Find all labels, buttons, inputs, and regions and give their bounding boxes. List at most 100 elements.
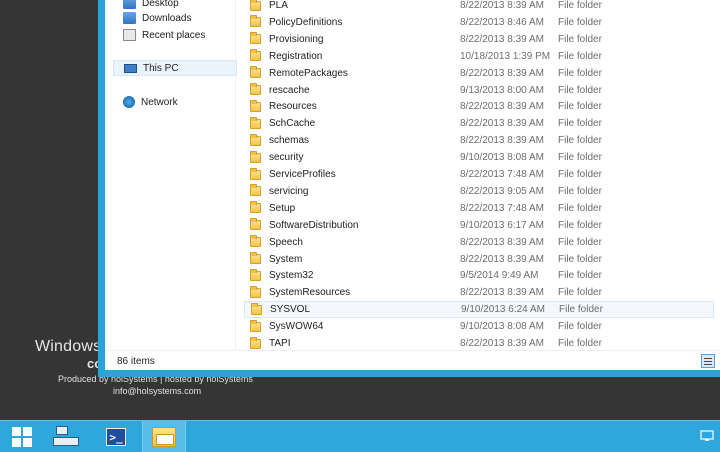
file-explorer-content: Desktop Downloads Recent places This PC … [105, 0, 720, 370]
file-explorer-icon [152, 427, 176, 447]
folder-icon [250, 319, 261, 332]
network-tray-icon[interactable] [700, 429, 714, 443]
folder-icon [250, 116, 261, 129]
file-type: File folder [558, 253, 602, 265]
file-type: File folder [558, 202, 602, 214]
file-row[interactable]: System 8/22/2013 8:39 AM File folder [244, 251, 714, 268]
network-icon [123, 96, 135, 108]
file-row[interactable]: SoftwareDistribution 9/10/2013 6:17 AM Fil… [244, 217, 714, 234]
file-row[interactable]: SystemResources 8/22/2013 8:39 AM File fol… [244, 284, 714, 301]
nav-item-this-pc[interactable]: This PC [113, 60, 237, 76]
file-row[interactable]: PLA 8/22/2013 8:39 AM File folder [244, 0, 714, 14]
file-type: File folder [558, 118, 602, 130]
file-row[interactable]: Speech 8/22/2013 8:39 AM File folder [244, 234, 714, 251]
nav-item-label: Network [141, 96, 178, 108]
file-date-modified: 9/10/2013 6:17 AM [460, 219, 544, 231]
folder-icon [250, 66, 261, 79]
file-name: Registration [269, 50, 323, 62]
file-type: File folder [559, 304, 603, 316]
file-row[interactable]: System32 9/5/2014 9:49 AM File folder [244, 267, 714, 284]
file-row[interactable]: RemotePackages 8/22/2013 8:39 AM File fold… [244, 65, 714, 82]
file-row[interactable]: SYSVOL 9/10/2013 6:24 AM File folder [244, 301, 714, 319]
file-date-modified: 8/22/2013 8:39 AM [460, 287, 544, 299]
navigation-pane: Desktop Downloads Recent places This PC … [105, 0, 237, 350]
wallpaper-title: Windows [35, 338, 102, 355]
file-date-modified: 8/22/2013 8:39 AM [460, 33, 544, 45]
file-type: File folder [558, 270, 602, 282]
folder-icon [250, 218, 261, 231]
file-row[interactable]: Resources 8/22/2013 8:39 AM File folder [244, 98, 714, 115]
file-row[interactable]: rescache 9/13/2013 8:00 AM File folder [244, 82, 714, 99]
folder-icon [250, 83, 261, 95]
file-name: PLA [269, 0, 288, 11]
file-name: Provisioning [269, 33, 324, 45]
file-row[interactable]: Registration 10/18/2013 1:39 PM File folde… [244, 48, 714, 65]
file-date-modified: 8/22/2013 9:05 AM [460, 185, 544, 197]
file-row[interactable]: SchCache 8/22/2013 8:39 AM File folder [244, 115, 714, 132]
file-type: File folder [558, 169, 602, 180]
file-row[interactable]: SysWOW64 9/10/2013 8:08 AM File folder [244, 318, 714, 335]
file-date-modified: 9/10/2013 8:08 AM [460, 152, 544, 164]
nav-item-network[interactable]: Network [123, 94, 178, 110]
file-name: schemas [269, 135, 310, 147]
folder-icon [250, 285, 261, 298]
folder-icon [250, 268, 261, 281]
nav-item-label: Downloads [142, 12, 192, 24]
file-date-modified: 8/22/2013 8:39 AM [460, 101, 544, 113]
file-row[interactable]: Setup 8/22/2013 7:48 AM File folder [244, 200, 714, 217]
file-type: File folder [558, 135, 602, 147]
file-date-modified: 8/22/2013 8:46 AM [460, 16, 544, 28]
windows-start-icon [12, 427, 32, 447]
file-type: File folder [558, 185, 602, 197]
folder-icon [250, 0, 261, 11]
nav-item-label: Desktop [142, 0, 179, 9]
wallpaper-email: info@holsystems.com [113, 386, 202, 396]
nav-item-downloads[interactable]: Downloads [123, 10, 191, 26]
file-name: SchCache [269, 118, 316, 130]
file-type: File folder [558, 338, 602, 349]
file-name: RemotePackages [269, 67, 348, 79]
folder-icon [250, 49, 261, 62]
start-button[interactable] [0, 421, 44, 452]
folder-icon [251, 302, 262, 315]
file-type: File folder [558, 33, 602, 45]
file-row[interactable]: security 9/10/2013 8:08 AM File folder [244, 149, 714, 166]
file-name: rescache [269, 84, 310, 96]
file-row[interactable]: PolicyDefinitions 8/22/2013 8:46 AM File f… [244, 14, 714, 31]
nav-item-label: Recent places [142, 29, 206, 41]
computer-icon [124, 63, 137, 73]
file-date-modified: 8/22/2013 8:39 AM [460, 0, 544, 11]
taskbar-server-manager[interactable] [44, 421, 88, 452]
file-date-modified: 8/22/2013 7:48 AM [460, 169, 544, 180]
desktop-icon [123, 0, 136, 9]
file-row[interactable]: schemas 8/22/2013 8:39 AM File folder [244, 132, 714, 149]
folder-icon [250, 184, 261, 197]
taskbar-powershell[interactable]: >_ [94, 421, 138, 452]
folder-icon [250, 252, 261, 264]
file-name: Speech [269, 236, 303, 248]
recent-places-icon [123, 29, 136, 41]
file-date-modified: 8/22/2013 8:39 AM [460, 118, 544, 130]
file-row[interactable]: ServiceProfiles 8/22/2013 7:48 AM File fol… [244, 166, 714, 183]
file-type: File folder [558, 219, 602, 231]
file-type: File folder [558, 101, 602, 113]
file-date-modified: 8/22/2013 7:48 AM [460, 202, 544, 214]
file-name: SoftwareDistribution [269, 219, 359, 231]
item-count: 86 items [117, 356, 155, 367]
file-name: TAPI [269, 338, 291, 349]
folder-icon [250, 235, 261, 248]
file-date-modified: 8/22/2013 8:39 AM [460, 135, 544, 147]
file-row[interactable]: TAPI 8/22/2013 8:39 AM File folder [244, 335, 714, 350]
file-name: PolicyDefinitions [269, 16, 343, 28]
file-type: File folder [558, 321, 602, 333]
taskbar-file-explorer[interactable] [142, 421, 186, 452]
file-type: File folder [558, 84, 602, 96]
file-row[interactable]: Provisioning 8/22/2013 8:39 AM File folder [244, 31, 714, 48]
details-view-icon[interactable] [701, 354, 715, 368]
powershell-icon: >_ [106, 428, 126, 446]
nav-item-recent-places[interactable]: Recent places [123, 27, 205, 43]
file-name: System32 [269, 270, 314, 282]
folder-icon [250, 32, 261, 45]
file-date-modified: 9/5/2014 9:49 AM [460, 270, 539, 282]
file-row[interactable]: servicing 8/22/2013 9:05 AM File folder [244, 183, 714, 200]
